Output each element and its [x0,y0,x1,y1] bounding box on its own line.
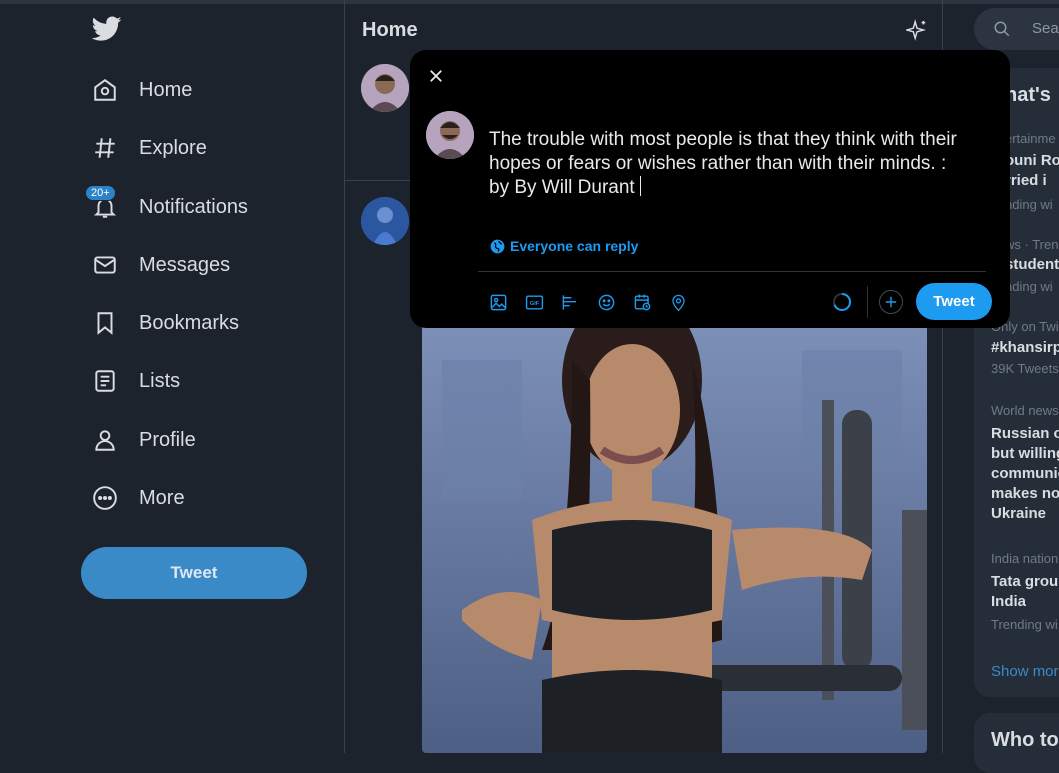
list-icon [88,364,122,398]
toolbar-separator [867,286,868,318]
trend-title[interactable]: India [991,593,1026,610]
avatar [426,111,474,159]
trend-title[interactable]: rried i [1005,172,1047,189]
sparkle-icon[interactable] [904,19,928,46]
tweet-text-input[interactable]: The trouble with most people is that the… [489,128,969,200]
trend-title[interactable]: Russian o [991,425,1059,442]
avatar[interactable] [361,64,409,112]
trend-title[interactable]: but willing [991,445,1059,462]
trend-title[interactable]: makes no [991,485,1059,502]
nav-item-notifications[interactable]: 20+ Notifications [85,185,248,227]
image-icon[interactable] [488,292,508,312]
trend-meta: nding wi [1005,279,1053,294]
nav-label-messages: Messages [139,253,231,276]
trend-title[interactable]: ouni Roy [1005,152,1059,169]
trend-context: India nation [991,551,1059,566]
search-input[interactable]: Sear [974,8,1059,50]
globe-icon [490,239,505,253]
nav-item-home[interactable]: Home [88,70,192,110]
search-icon [994,21,1010,37]
nav-label-home: Home [139,78,193,101]
schedule-icon[interactable] [632,292,652,312]
nav-label-bookmarks: Bookmarks [139,311,240,334]
gif-icon-label: GIF [529,300,539,306]
trends-header: hat's [1005,84,1051,106]
trend-title[interactable]: communic [991,465,1059,482]
person-icon [88,423,122,457]
show-more-link[interactable]: Show mor [991,663,1059,680]
tweet-text: The trouble with most people is that the… [489,129,957,198]
location-icon[interactable] [668,292,688,312]
close-icon[interactable] [424,64,448,88]
compose-tweet-modal: The trouble with most people is that the… [410,50,1010,328]
home-icon [88,73,122,107]
reply-setting-button[interactable]: Everyone can reply [490,238,638,254]
bell-icon: 20+ [85,185,122,224]
more-icon [88,481,122,515]
notification-count-badge: 20+ [85,185,116,201]
nav-label-profile: Profile [139,428,196,451]
nav-item-more[interactable]: More [88,478,185,518]
add-tweet-icon[interactable] [879,290,903,314]
avatar[interactable] [361,197,409,245]
character-count-ring [832,292,852,312]
hashtag-icon [88,131,122,165]
gif-icon[interactable]: GIF [524,292,544,312]
poll-icon[interactable] [560,292,580,312]
page-title: Home [362,19,418,41]
who-to-follow-header: Who to [991,729,1059,751]
search-placeholder: Sear [1032,20,1059,37]
compose-tweet-button[interactable]: Tweet [916,283,992,320]
primary-nav: Home Explore 20+ Notifications Messages … [0,0,344,753]
compose-divider [478,271,986,272]
nav-item-messages[interactable]: Messages [88,245,230,285]
nav-item-bookmarks[interactable]: Bookmarks [88,303,239,343]
bookmark-icon [88,306,122,340]
tweet-media-image[interactable] [422,320,927,753]
trend-title[interactable]: #khansirp [991,339,1059,356]
trend-title[interactable]: Tata group [991,573,1059,590]
trend-title[interactable]: Ukraine [991,505,1046,522]
nav-item-profile[interactable]: Profile [88,420,196,460]
nav-item-lists[interactable]: Lists [88,361,180,401]
emoji-icon[interactable] [596,292,616,312]
trend-meta: 39K Tweets [991,361,1059,376]
trend-title[interactable]: student [1005,256,1059,273]
trend-meta: nding wi [1005,197,1053,212]
nav-item-explore[interactable]: Explore [88,128,207,168]
nav-label-lists: Lists [139,369,181,392]
trend-context: World news [991,403,1059,418]
nav-label-more: More [139,486,185,509]
nav-label-explore: Explore [139,136,207,159]
mail-icon [88,248,122,282]
nav-label-notifications: Notifications [139,195,248,218]
reply-setting-label: Everyone can reply [510,238,639,254]
trend-context: ertainme [1005,131,1056,146]
nav-tweet-button[interactable]: Tweet [81,547,307,599]
trend-context: ws · Tren [1005,237,1059,252]
trend-meta: Trending wi [991,617,1058,632]
twitter-logo-icon[interactable] [91,16,124,46]
text-caret [639,176,641,196]
